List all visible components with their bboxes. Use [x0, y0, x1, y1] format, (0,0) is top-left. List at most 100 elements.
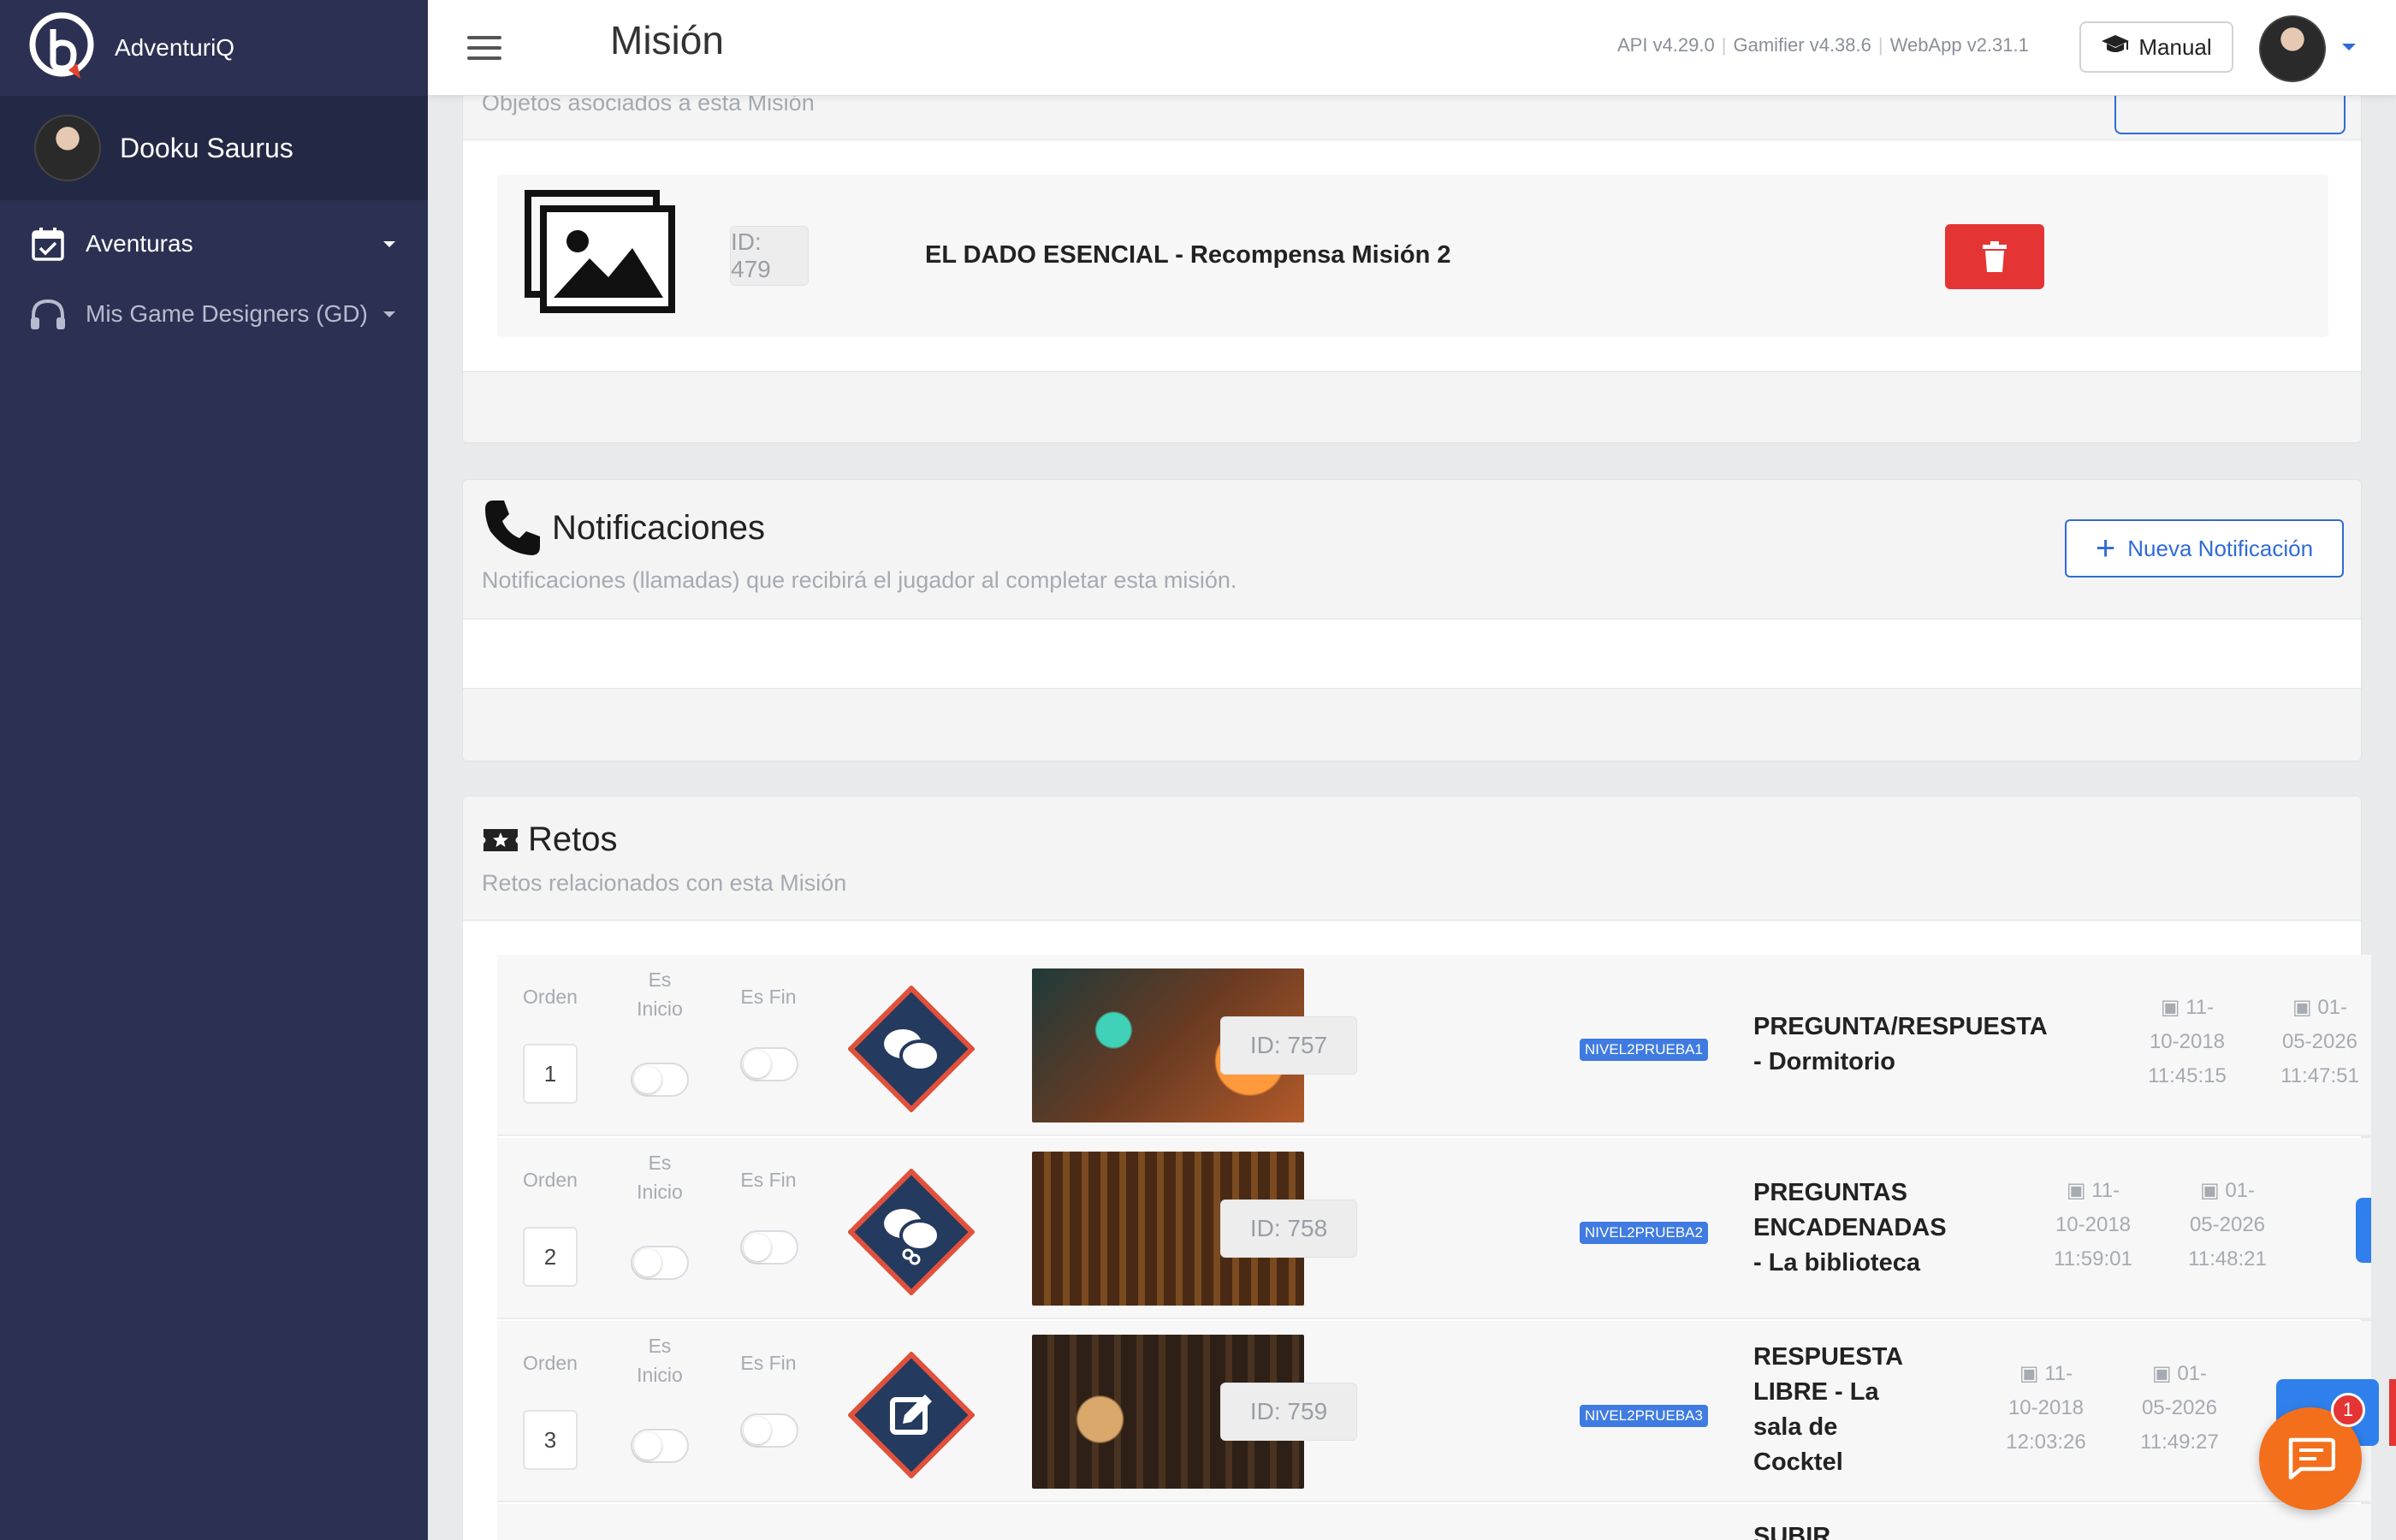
es-inicio-label: Es Inicio [637, 968, 683, 1020]
created-date: ▣ 11- 10-2018 11:59:01 [2054, 1179, 2132, 1270]
chained-chat-icon [847, 1168, 976, 1296]
orden-label: Orden [523, 1352, 578, 1374]
reto-title: PREGUNTA/RESPUESTA - Dormitorio [1753, 1010, 2048, 1080]
manual-button[interactable]: Manual [2079, 21, 2233, 73]
reto-title-line: PREGUNTAS [1753, 1179, 1907, 1206]
brand[interactable]: AdventuriQ [0, 0, 428, 96]
es-fin-toggle[interactable] [740, 1413, 798, 1448]
hamburger-menu-icon[interactable] [467, 36, 501, 60]
table-row: Orden 3 Es Inicio Es Fin ID: 759 NIVEL2P… [497, 1321, 2371, 1502]
es-inicio-toggle[interactable] [631, 1246, 689, 1280]
user-name: Dooku Saurus [120, 132, 294, 163]
order-input[interactable]: 2 [523, 1227, 578, 1287]
sidebar-item-label: Aventuras [86, 230, 193, 257]
calendar-icon: ▣ [2292, 996, 2312, 1019]
edit-button[interactable] [2356, 1198, 2371, 1263]
reto-id: ID: 758 [1220, 1199, 1357, 1258]
avatar [34, 115, 101, 181]
calendar-icon: ▣ [2151, 1362, 2172, 1385]
notifications-list [463, 619, 2361, 689]
orden-label: Orden [523, 1169, 578, 1191]
brand-name: AdventuriQ [115, 34, 235, 61]
reto-id: ID: 759 [1220, 1383, 1357, 1441]
table-row: SUBIR [497, 1504, 2371, 1540]
reto-title-line: PREGUNTA/RESPUESTA [1753, 1013, 2048, 1040]
es-fin-label: Es Fin [740, 1352, 797, 1374]
image-placeholder-icon [523, 188, 677, 317]
reto-title-line: ENCADENADAS [1753, 1214, 1947, 1241]
retos-title: Retos [482, 820, 618, 859]
reto-title-line: RESPUESTA [1753, 1343, 1904, 1371]
es-inicio-label: Es Inicio [637, 1152, 683, 1203]
chevron-down-icon [383, 241, 395, 247]
table-row: Orden 1 Es Inicio Es Fin ID: 757 NIVEL2P… [497, 955, 2371, 1136]
es-inicio-toggle[interactable] [631, 1429, 689, 1463]
manual-label: Manual [2138, 33, 2212, 60]
chevron-down-icon[interactable] [2342, 44, 2356, 50]
phone-icon [482, 497, 543, 559]
es-fin-toggle[interactable] [740, 1047, 798, 1081]
objects-list: ID: 479 EL DADO ESENCIAL - Recompensa Mi… [463, 139, 2361, 372]
reto-tag: NIVEL2PRUEBA1 [1580, 1039, 1708, 1061]
updated-date: ▣ 01- 05-2026 11:47:51 [2280, 996, 2359, 1087]
list-item: ID: 479 EL DADO ESENCIAL - Recompensa Mi… [497, 175, 2328, 337]
avatar[interactable] [2259, 15, 2326, 82]
created-date: ▣ 11- 10-2018 12:03:26 [2006, 1362, 2086, 1454]
reto-title-line: Cocktel [1753, 1448, 1843, 1476]
trash-icon [1983, 241, 2007, 272]
api-version: API v4.29.0 [1617, 34, 1715, 56]
calendar-icon: ▣ [2066, 1179, 2086, 1202]
version-info: API v4.29.0 | Gamifier v4.38.6 | WebApp v2.3… [1617, 34, 2029, 56]
chat-icon [2288, 1437, 2335, 1480]
reto-title-line: - Dormitorio [1753, 1048, 1895, 1075]
user-profile[interactable]: Dooku Saurus [0, 96, 428, 200]
sidebar: AdventuriQ Dooku Saurus Aventuras Mis Ga… [0, 0, 428, 1540]
orden-label: Orden [523, 986, 578, 1008]
chevron-down-icon [383, 311, 395, 317]
retos-card: Retos Retos relacionados con esta Misión… [462, 796, 2371, 1540]
reto-id: ID: 757 [1220, 1016, 1357, 1075]
page-title: Misión [610, 18, 724, 62]
es-inicio-toggle[interactable] [631, 1063, 689, 1097]
reto-tag: NIVEL2PRUEBA2 [1580, 1222, 1708, 1244]
delete-button[interactable] [2389, 1379, 2396, 1446]
order-input[interactable]: 3 [523, 1410, 578, 1470]
notifications-subtitle: Notificaciones (llamadas) que recibirá e… [482, 567, 1237, 593]
table-row: Orden 2 Es Inicio Es Fin ID: 758 NIVEL2P… [497, 1138, 2371, 1319]
reto-tag: NIVEL2PRUEBA3 [1580, 1405, 1708, 1427]
graduation-cap-icon [2101, 33, 2130, 62]
plus-icon: + [2095, 530, 2116, 567]
calendar-check-icon [29, 225, 67, 263]
reto-title-line: - La biblioteca [1753, 1249, 1920, 1276]
calendar-icon: ▣ [2199, 1179, 2220, 1202]
calendar-icon: ▣ [2019, 1362, 2039, 1385]
delete-button[interactable] [1945, 224, 2044, 289]
object-id: ID: 479 [730, 226, 809, 286]
order-input[interactable]: 1 [523, 1044, 578, 1104]
chat-bubbles-icon [847, 985, 976, 1113]
es-fin-label: Es Fin [740, 986, 797, 1008]
top-header: Misión API v4.29.0 | Gamifier v4.38.6 | WebA… [428, 0, 2396, 96]
notification-badge: 1 [2331, 1393, 2365, 1427]
retos-subtitle: Retos relacionados con esta Misión [482, 870, 847, 896]
object-name: EL DADO ESENCIAL - Recompensa Misión 2 [925, 241, 1451, 269]
created-date: ▣ 11- 10-2018 11:45:15 [2148, 996, 2227, 1087]
retos-list: Orden 1 Es Inicio Es Fin ID: 757 NIVEL2P… [463, 920, 2371, 1540]
reto-title-line: LIBRE - La [1753, 1378, 1879, 1406]
updated-date: ▣ 01- 05-2026 11:49:27 [2140, 1362, 2219, 1454]
sidebar-item-game-designers[interactable]: Mis Game Designers (GD) [0, 279, 428, 349]
es-inicio-label: Es Inicio [637, 1335, 683, 1386]
reto-title-line: sala de [1753, 1413, 1838, 1441]
main-content: Objetos asociados a esta Misión ID: 479 … [428, 0, 2396, 1540]
notifications-title: Notificaciones [482, 497, 765, 559]
retos-title-text: Retos [528, 820, 618, 858]
reto-title: SUBIR [1753, 1523, 1831, 1540]
es-fin-toggle[interactable] [740, 1230, 798, 1265]
new-notification-button[interactable]: + Nueva Notificación [2065, 519, 2344, 578]
new-notification-label: Nueva Notificación [2127, 535, 2314, 561]
sidebar-item-aventuras[interactable]: Aventuras [0, 209, 428, 279]
ticket-star-icon [482, 826, 519, 855]
headphones-icon [29, 295, 67, 333]
edit-note-icon [847, 1351, 976, 1479]
reto-title: PREGUNTAS ENCADENADAS - La biblioteca [1753, 1176, 1947, 1281]
